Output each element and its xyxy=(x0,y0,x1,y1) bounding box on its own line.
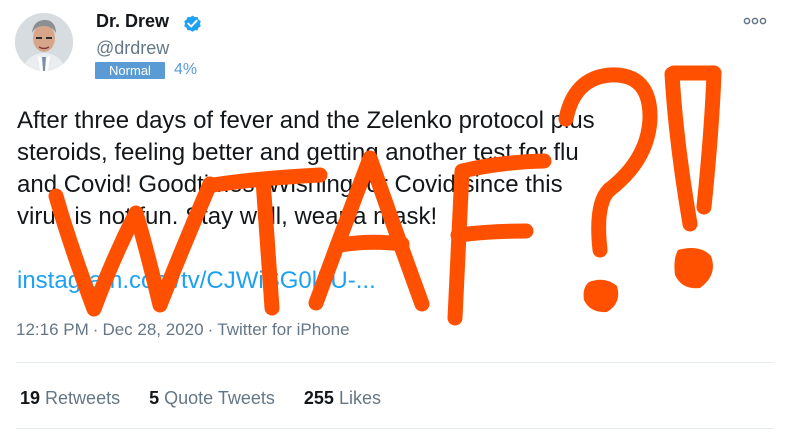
avatar[interactable] xyxy=(15,13,73,71)
engagement-stats: 19 Retweets 5 Quote Tweets 255 Likes xyxy=(20,388,405,409)
likes-stat[interactable]: 255 Likes xyxy=(304,388,381,408)
tweet-source[interactable]: Twitter for iPhone xyxy=(217,320,349,339)
user-handle[interactable]: @drdrew xyxy=(96,38,169,59)
badge-percent: 4% xyxy=(174,61,198,78)
tweet-date[interactable]: Dec 28, 2020 xyxy=(102,320,203,339)
verified-badge-icon xyxy=(184,15,201,32)
tweet-text-line: steroids, feeling better and getting ano… xyxy=(17,139,579,166)
quote-tweets-count: 5 xyxy=(149,388,160,408)
more-options-icon[interactable] xyxy=(743,16,767,26)
tweet-text-line: virus is not fun. Stay well, wear a mask… xyxy=(17,203,438,230)
tweet-text-line: and Covid! Goodtimes. Wishing for Covid … xyxy=(17,171,563,198)
likes-label: Likes xyxy=(338,388,381,408)
quote-tweets-stat[interactable]: 5 Quote Tweets xyxy=(149,388,275,408)
display-name[interactable]: Dr. Drew xyxy=(96,11,169,32)
tweet-time[interactable]: 12:16 PM xyxy=(16,320,89,339)
avatar-photo xyxy=(15,13,73,71)
retweets-label: Retweets xyxy=(45,388,121,408)
quote-tweets-label: Quote Tweets xyxy=(164,388,275,408)
divider xyxy=(16,362,774,363)
account-status-badge: Normal xyxy=(95,62,165,79)
tweet-text-line: After three days of fever and the Zelenk… xyxy=(17,107,595,134)
tweet-text: After three days of fever and the Zelenk… xyxy=(17,105,769,233)
divider xyxy=(16,428,774,429)
tweet-metadata: 12:16 PM · Dec 28, 2020 · Twitter for iPhone xyxy=(16,320,350,340)
separator-dot: · xyxy=(207,320,214,339)
retweets-count: 19 xyxy=(20,388,41,408)
instagram-link[interactable]: instagram.com/tv/CJWiSG0lLU-... xyxy=(17,265,376,297)
likes-count: 255 xyxy=(303,388,334,408)
separator-dot: · xyxy=(92,320,99,339)
retweets-stat[interactable]: 19 Retweets xyxy=(20,388,120,408)
tweet-card: Dr. Drew @drdrew Normal 4% After three d… xyxy=(0,0,790,432)
